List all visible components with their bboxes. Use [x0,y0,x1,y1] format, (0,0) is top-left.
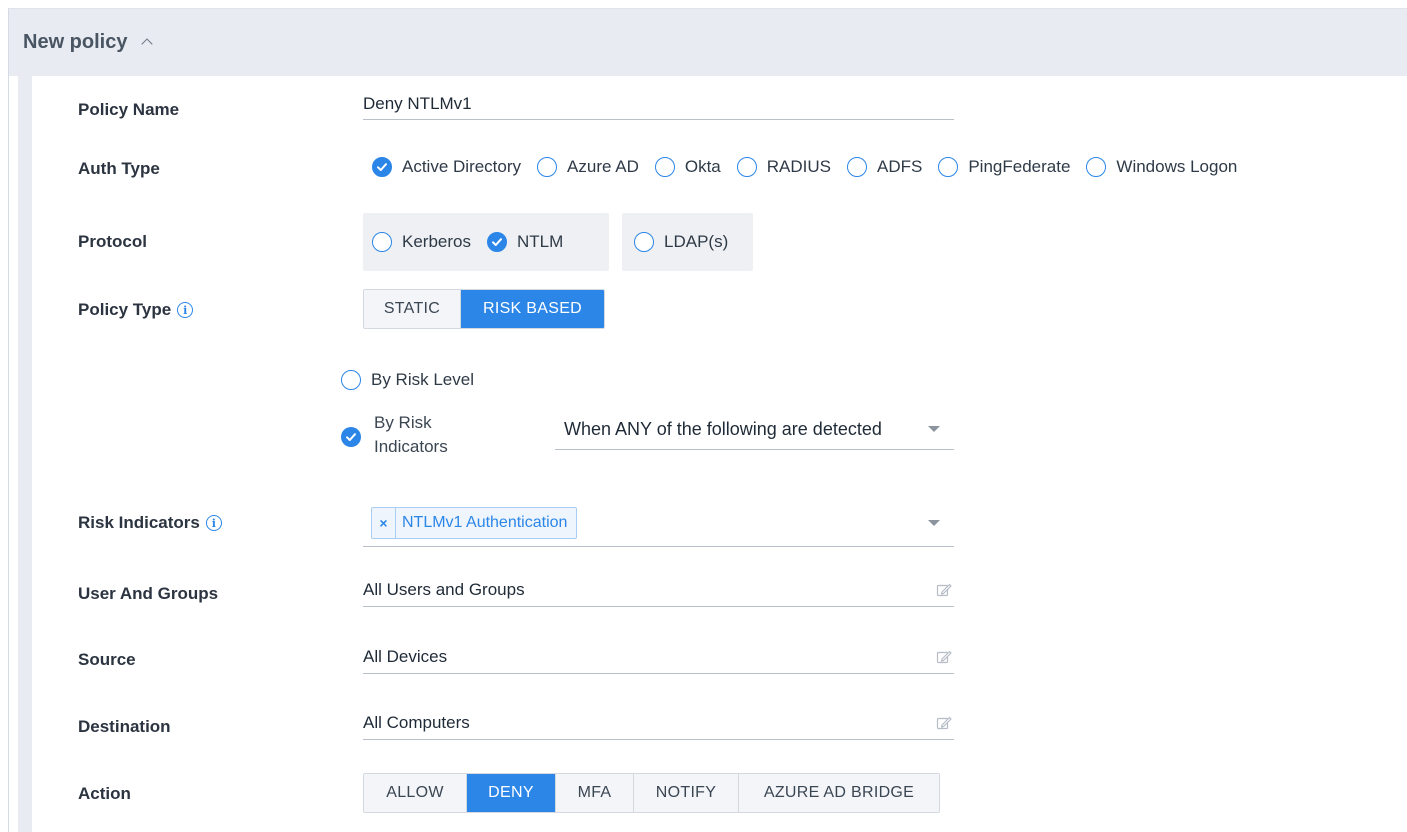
info-icon[interactable]: i [205,515,222,531]
panel-side-bar [18,75,32,832]
policy-type-toggle: STATIC RISK BASED [363,289,605,329]
protocol-ldaps[interactable]: LDAP(s) [634,232,728,252]
action-toggle: ALLOW DENY MFA NOTIFY AZURE AD BRIDGE [363,773,940,813]
caret-down-icon [928,519,940,526]
remove-tag-icon[interactable]: × [372,507,396,538]
policy-header[interactable]: New policy [9,9,1407,76]
chevron-up-icon[interactable] [141,37,154,50]
auth-type-azure-ad[interactable]: Azure AD [537,157,639,177]
destination-value: All Computers [363,713,470,732]
radio-circle [372,232,392,252]
edit-icon[interactable] [936,582,952,598]
edit-icon[interactable] [936,715,952,731]
checkmark-icon[interactable] [341,427,361,447]
radio-circle [654,157,675,177]
users-groups-label: User And Groups [78,584,219,603]
action-azure-ad-bridge-button[interactable]: AZURE AD BRIDGE [739,774,939,812]
radio-circle [537,157,558,177]
protocol-group-ldap: LDAP(s) [622,213,753,271]
edit-icon[interactable] [936,649,952,665]
protocol-kerberos[interactable]: Kerberos [372,232,471,252]
info-icon[interactable]: i [177,302,194,318]
destination-label: Destination [78,717,171,736]
checkmark-icon [486,232,507,252]
risk-condition-value: When ANY of the following are detected [564,418,882,439]
checkmark-icon [372,157,392,177]
action-mfa-button[interactable]: MFA [556,774,634,812]
auth-type-okta[interactable]: Okta [654,157,721,177]
radio-circle [846,157,867,177]
radio-circle [938,157,959,177]
auth-type-pingfederate[interactable]: PingFederate [938,157,1070,177]
radio-circle [634,232,654,252]
panel-title: New policy [23,31,128,53]
users-groups-field[interactable]: All Users and Groups [363,574,954,607]
action-notify-button[interactable]: NOTIFY [634,774,739,812]
source-field[interactable]: All Devices [363,641,954,674]
by-risk-level-radio[interactable]: By Risk Level [341,368,474,392]
policy-type-risk-based-button[interactable]: RISK BASED [461,290,604,328]
by-risk-indicators-label[interactable]: By Risk Indicators [374,411,484,459]
auth-type-active-directory[interactable]: Active Directory [372,157,521,177]
policy-name-label: Policy Name [78,100,180,119]
auth-type-windows-logon[interactable]: Windows Logon [1086,157,1237,177]
protocol-label: Protocol [78,232,147,251]
auth-type-group: Active Directory Azure AD Okta RADIUS AD… [372,155,1237,179]
risk-condition-select[interactable]: When ANY of the following are detected [555,409,954,450]
caret-down-icon [928,426,940,432]
destination-field[interactable]: All Computers [363,707,954,740]
source-value: All Devices [363,647,448,666]
policy-name-input[interactable]: Deny NTLMv1 [363,89,954,120]
protocol-ntlm[interactable]: NTLM [486,232,563,252]
risk-indicators-select[interactable]: × NTLMv1 Authentication [363,499,954,547]
protocol-group-windows: Kerberos NTLM [363,213,609,271]
source-label: Source [78,650,136,669]
auth-type-radius[interactable]: RADIUS [736,157,831,177]
action-deny-button[interactable]: DENY [467,774,556,812]
risk-indicator-tag-label: NTLMv1 Authentication [402,513,568,531]
policy-type-label: Policy Type i [78,298,194,322]
risk-indicators-label: Risk Indicators i [78,511,222,535]
risk-indicator-tag: × NTLMv1 Authentication [371,506,578,539]
action-label: Action [78,784,131,803]
policy-type-static-button[interactable]: STATIC [364,290,461,328]
users-groups-value: All Users and Groups [363,580,525,599]
policy-name-value: Deny NTLMv1 [363,94,472,113]
radio-circle [341,370,361,390]
radio-circle [1086,157,1107,177]
auth-type-adfs[interactable]: ADFS [846,157,922,177]
action-allow-button[interactable]: ALLOW [364,774,467,812]
radio-circle [736,157,757,177]
auth-type-label: Auth Type [78,159,160,178]
